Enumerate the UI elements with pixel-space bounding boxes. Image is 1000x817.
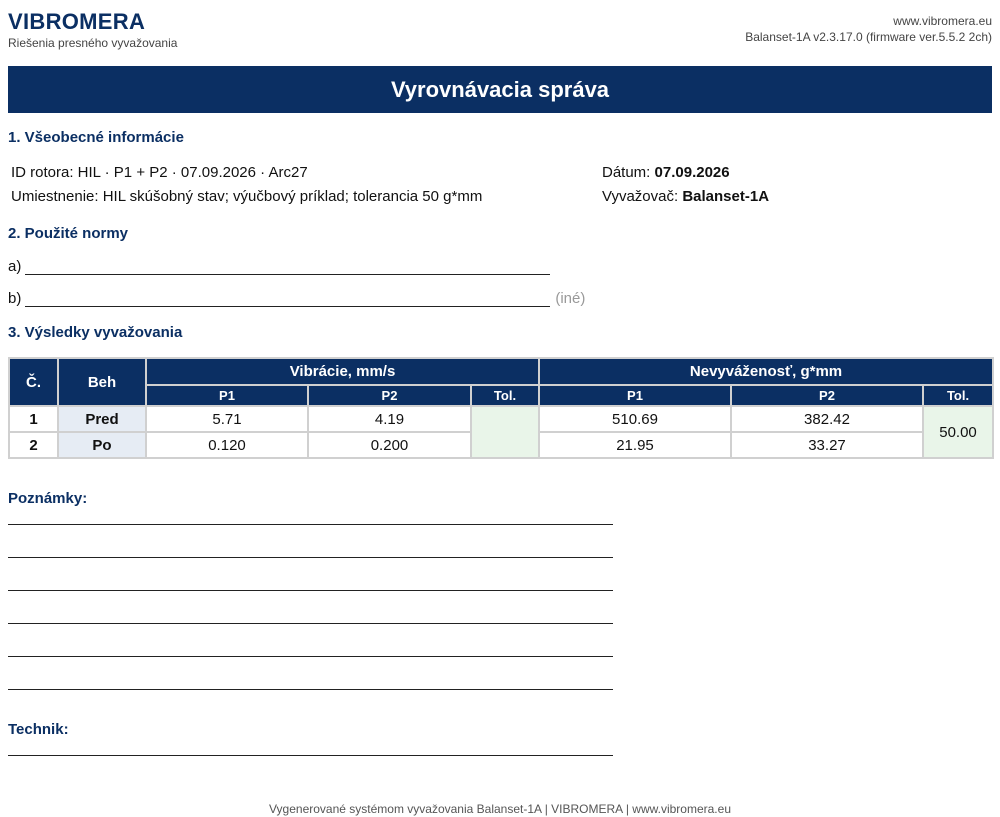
brand-tagline: Riešenia presného vyvažovania [8,36,178,50]
vib-p1-value: 5.71 [145,405,309,433]
section-standards-heading: 2. Použité normy [8,225,129,242]
run-name: Pred [57,405,147,433]
unb-p1-value: 21.95 [538,431,732,459]
balancer-label: Vyvažovač: [602,188,679,205]
standard-a-row: a) [8,258,551,275]
location: Umiestnenie: HIL skúšobný stav; výučbový… [11,188,483,205]
run-number: 1 [8,405,59,433]
standard-a-line [25,258,551,275]
software-version: Balanset-1A v2.3.17.0 (firmware ver.5.5.… [745,30,992,44]
unb-tol-value: 50.00 [921,405,995,459]
table-row: 1 Pred 5.71 4.19 510.69 382.42 50.00 [8,405,995,459]
col-run-header: Beh [57,357,147,407]
date-value: 07.09.2026 [654,164,730,181]
run-number: 2 [8,431,59,459]
unbalance-group-header: Nevyváženosť, g*mm [537,357,995,386]
vib-p1-value: 0.120 [145,431,309,459]
vib-tol-value [470,405,540,459]
standard-b-line [25,290,551,307]
vibration-group-header: Vibrácie, mm/s [145,357,540,386]
header-meta: www.vibromera.eu Balanset-1A v2.3.17.0 (… [745,13,992,45]
run-name: Po [57,431,147,459]
section-general-heading: 1. Všeobecné informácie [8,129,184,146]
vib-p2-value: 4.19 [307,405,472,433]
balancer-value: Balanset-1A [682,188,770,205]
notes-line [8,524,613,525]
footer-text: Vygenerované systémom vyvažovania Balans… [269,802,731,816]
notes-line [8,590,613,591]
unb-p2-value: 33.27 [730,431,924,459]
website-link[interactable]: www.vibromera.eu [745,13,992,29]
report-title: Vyrovnávacia správa [8,66,992,113]
brand-block: VIBROMERA Riešenia presného vyvažovania [8,9,177,50]
notes-line [8,623,613,624]
vib-p2-value: 0.200 [307,431,472,459]
date-label: Dátum: [602,164,651,181]
technician-label: Technik: [8,721,69,738]
unb-p1-value: 510.69 [538,405,732,433]
notes-line [8,689,613,690]
brand-name: VIBROMERA [8,9,146,34]
date-field: Dátum: 07.09.2026 [602,164,730,181]
notes-label: Poznámky: [8,490,88,507]
vib-tol-header: Tol. [470,384,540,407]
vib-p2-header: P2 [307,384,472,407]
unb-p1-header: P1 [538,384,732,407]
vib-p1-header: P1 [145,384,309,407]
standard-b-row: b) (iné) [8,290,585,307]
unb-p2-value: 382.42 [730,405,924,433]
section-results-heading: 3. Výsledky vyvažovania [8,324,183,341]
unb-tol-header: Tol. [921,384,995,407]
col-no-header: Č. [8,357,59,407]
unb-p2-header: P2 [730,384,924,407]
rotor-id: ID rotora: HIL · P1 + P2 · 07.09.2026 · … [11,164,308,181]
balancer-field: Vyvažovač: Balanset-1A [602,188,769,205]
standard-a-label: a) [8,258,22,275]
notes-line [8,557,613,558]
results-table: Č. Beh Vibrácie, mm/s Nevyváženosť, g*mm… [8,357,995,459]
standard-b-hint: (iné) [555,290,586,307]
notes-line [8,656,613,657]
technician-signature-line [8,755,613,756]
standard-b-label: b) [8,290,22,307]
